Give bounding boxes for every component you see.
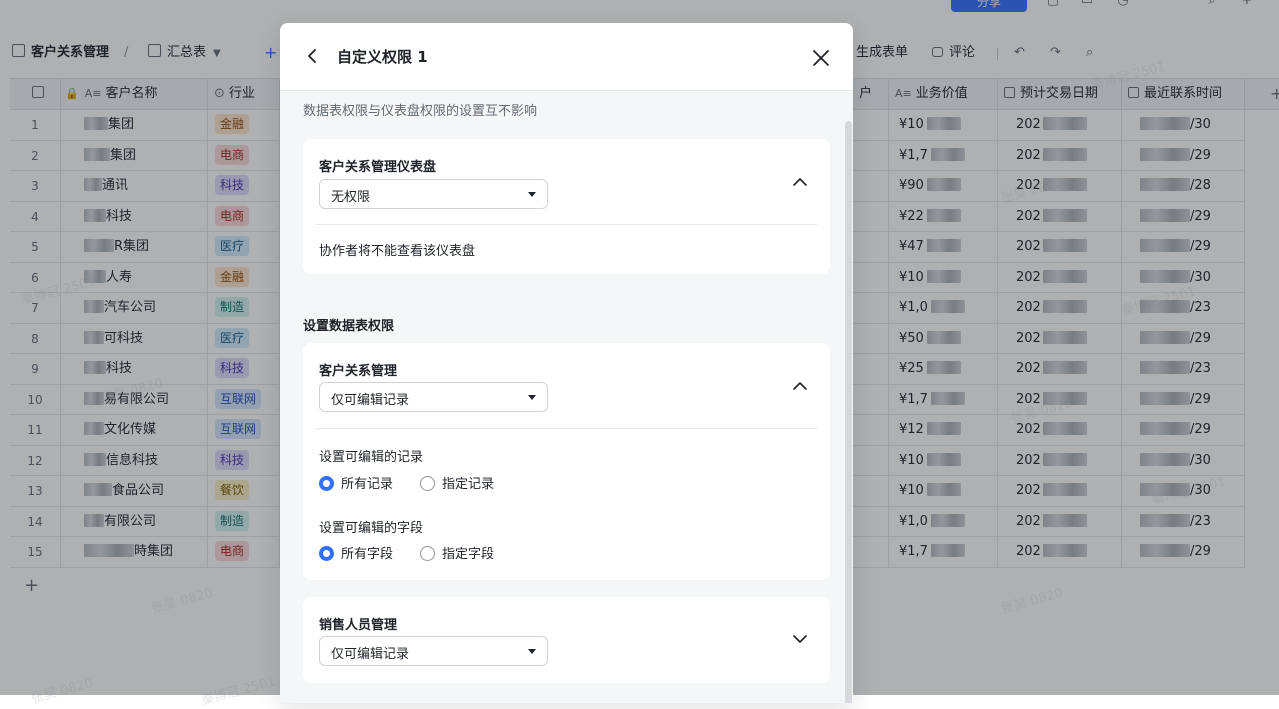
crm-table-permission-card: 客户关系管理 仅可编辑记录 设置可编辑的记录 所有记录 指定记录 设置可编辑的字… [303,343,830,580]
watermark-text: 秦博冠 2501 [19,274,98,309]
radio-selected-icon [319,546,334,561]
radio-unselected-icon [420,546,435,561]
dashboard-permission-value: 无权限 [331,190,371,205]
permission-note: 数据表权限与仪表盘权限的设置互不影响 [303,104,538,119]
watermark-text: 秦博冠 2501 [1089,59,1168,94]
radio-unselected-icon [420,476,435,491]
watermark-text: 张昊 0820 [149,586,215,617]
editable-fields-label: 设置可编辑的字段 [319,521,424,536]
card-divider [316,428,817,429]
dialog-title: 自定义权限 1 [337,48,428,66]
caret-down-icon [528,395,536,400]
sales-card-title: 销售人员管理 [319,618,398,633]
dashboard-permission-desc: 协作者将不能查看该仪表盘 [319,244,476,259]
dashboard-card-title: 客户关系管理仪表盘 [319,160,437,175]
close-icon[interactable] [810,47,832,69]
watermark-text: 秦博冠 2501 [199,674,278,709]
dialog-body: 数据表权限与仪表盘权限的设置互不影响 客户关系管理仪表盘 无权限 协作者将不能查… [280,91,853,703]
crm-card-title: 客户关系管理 [319,364,398,379]
dialog-header: 自定义权限 1 [280,23,853,91]
watermark-text: 秦博冠 2501 [1149,474,1228,509]
radio-all-records[interactable]: 所有记录 [319,476,393,494]
card-divider [316,224,817,225]
back-icon[interactable] [302,45,324,67]
editable-records-label: 设置可编辑的记录 [319,450,424,465]
watermark-text: 张昊 0820 [999,176,1065,207]
sales-table-permission-card: 销售人员管理 仅可编辑记录 [303,597,830,683]
caret-down-icon [528,649,536,654]
sales-permission-select[interactable]: 仅可编辑记录 [319,636,548,666]
caret-down-icon [528,192,536,197]
chevron-up-icon[interactable] [790,376,810,396]
sales-permission-value: 仅可编辑记录 [331,647,410,662]
dashboard-permission-card: 客户关系管理仪表盘 无权限 协作者将不能查看该仪表盘 [303,139,830,274]
watermark-text: 张昊 0820 [999,586,1065,617]
chevron-down-icon[interactable] [790,629,810,649]
radio-all-fields[interactable]: 所有字段 [319,546,393,564]
watermark-text: 秦博冠 2501 [1119,284,1198,319]
dialog-scrollbar[interactable] [845,121,852,703]
watermark-text: 张昊 0820 [99,376,165,407]
crm-permission-value: 仅可编辑记录 [331,393,410,408]
table-permission-section-title: 设置数据表权限 [303,319,395,334]
crm-permission-select[interactable]: 仅可编辑记录 [319,382,548,412]
radio-specific-records[interactable]: 指定记录 [420,476,494,494]
radio-specific-fields[interactable]: 指定字段 [420,546,494,564]
watermark-text: 张昊 0820 [1009,396,1075,427]
chevron-up-icon[interactable] [790,172,810,192]
radio-selected-icon [319,476,334,491]
permission-dialog: 自定义权限 1 数据表权限与仪表盘权限的设置互不影响 客户关系管理仪表盘 无权限… [280,23,853,703]
watermark-text: 张昊 0820 [29,676,95,707]
dashboard-permission-select[interactable]: 无权限 [319,179,548,209]
